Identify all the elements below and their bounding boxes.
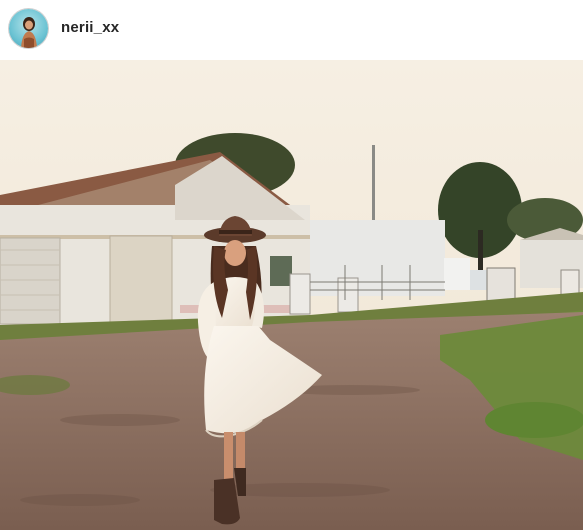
profile-avatar-icon[interactable] [9,9,48,48]
post-header: nerii_xx [0,0,583,61]
post-photo-image[interactable] [0,60,583,530]
username-link[interactable]: nerii_xx [61,19,119,36]
